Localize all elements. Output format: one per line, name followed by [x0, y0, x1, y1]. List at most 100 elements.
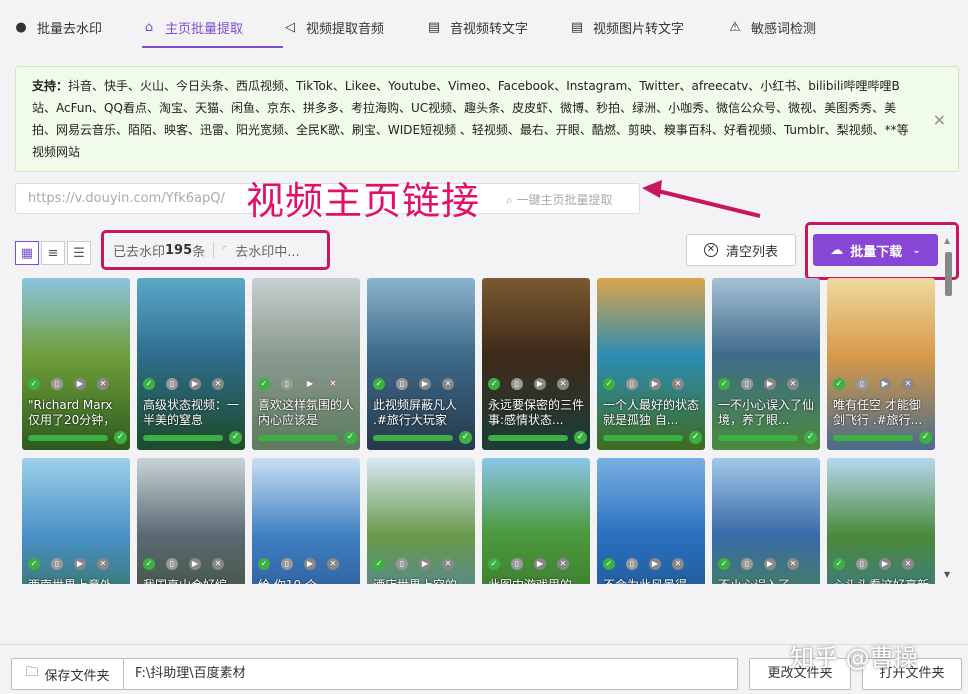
file-icon[interactable]: ▯: [626, 558, 638, 570]
play-icon[interactable]: ▶: [419, 558, 431, 570]
remove-icon[interactable]: ✕: [327, 558, 339, 570]
video-card[interactable]: ✓ ▯ ▶ ✕ 一个人最好的状态就是孤独 自... ✓: [597, 278, 705, 450]
check-icon[interactable]: ✓: [373, 378, 385, 390]
play-icon[interactable]: ▶: [879, 558, 891, 570]
video-card[interactable]: ✓ ▯ ▶ ✕ 不会为此风景得 ✓: [597, 458, 705, 584]
check-icon[interactable]: ✓: [258, 558, 270, 570]
video-card[interactable]: ✓ ▯ ▶ ✕ 永远要保密的三件事:感情状态... ✓: [482, 278, 590, 450]
video-card[interactable]: ✓ ▯ ▶ ✕ 此视频屏蔽凡人 .#旅行大玩家 ✓: [367, 278, 475, 450]
tab-av-to-text[interactable]: ▤ 音视频转文字: [427, 0, 570, 55]
video-card[interactable]: ✓ ▯ ▶ ✕ 喜欢这样氛围的人 内心应该是 ✓: [252, 278, 360, 450]
file-icon[interactable]: ▯: [281, 558, 293, 570]
save-folder-button[interactable]: 🗀 保存文件夹: [11, 658, 124, 690]
play-icon[interactable]: ▶: [879, 378, 891, 390]
play-icon[interactable]: ▶: [764, 558, 776, 570]
file-icon[interactable]: ▯: [166, 378, 178, 390]
play-icon[interactable]: ▶: [304, 558, 316, 570]
scroll-thumb[interactable]: [945, 252, 952, 296]
file-icon[interactable]: ▯: [511, 558, 523, 570]
check-icon[interactable]: ✓: [143, 378, 155, 390]
check-icon[interactable]: ✓: [373, 558, 385, 570]
check-icon[interactable]: ✓: [258, 378, 270, 390]
remove-icon[interactable]: ✕: [902, 558, 914, 570]
extract-hint[interactable]: ⌕ 一键主页批量提取: [506, 191, 613, 208]
file-icon[interactable]: ▯: [51, 558, 63, 570]
file-icon[interactable]: ▯: [741, 558, 753, 570]
video-card[interactable]: ✓ ▯ ▶ ✕ 此图中游戏里的 ✓: [482, 458, 590, 584]
file-icon[interactable]: ▯: [396, 558, 408, 570]
check-icon[interactable]: ✓: [488, 378, 500, 390]
check-icon[interactable]: ✓: [28, 558, 40, 570]
file-icon[interactable]: ▯: [51, 378, 63, 390]
close-icon[interactable]: ×: [933, 109, 946, 131]
file-icon[interactable]: ▯: [856, 378, 868, 390]
tab-sensitive-words[interactable]: ⚠ 敏感词检测: [728, 0, 838, 55]
play-icon[interactable]: ▶: [189, 378, 201, 390]
check-icon[interactable]: ✓: [603, 558, 615, 570]
tab-extract-audio[interactable]: ◁ 视频提取音频: [283, 0, 427, 55]
check-icon[interactable]: ✓: [603, 378, 615, 390]
video-card[interactable]: ✓ ▯ ▶ ✕ "Richard Marx 仅用了20分钟， ✓: [22, 278, 130, 450]
grid-view-icon[interactable]: ▦: [15, 241, 39, 265]
check-icon[interactable]: ✓: [833, 558, 845, 570]
play-icon[interactable]: ▶: [419, 378, 431, 390]
video-card[interactable]: ✓ ▯ ▶ ✕ 我国直山合好编 ✓: [137, 458, 245, 584]
file-icon[interactable]: ▯: [166, 558, 178, 570]
scroll-up-icon[interactable]: ▲: [944, 236, 950, 245]
list-view-icon[interactable]: ≡: [41, 241, 65, 265]
file-icon[interactable]: ▯: [741, 378, 753, 390]
tab-image-to-text[interactable]: ▤ 视频图片转文字: [570, 0, 728, 55]
scrollbar[interactable]: ▲ ▼: [942, 234, 954, 584]
video-card[interactable]: ✓ ▯ ▶ ✕ 高级状态视频：一半美的窒息 ✓: [137, 278, 245, 450]
check-icon[interactable]: ✓: [143, 558, 155, 570]
detail-list-view-icon[interactable]: ☰: [67, 241, 91, 265]
play-icon[interactable]: ▶: [649, 378, 661, 390]
check-icon[interactable]: ✓: [833, 378, 845, 390]
remove-icon[interactable]: ✕: [672, 378, 684, 390]
play-icon[interactable]: ▶: [74, 558, 86, 570]
remove-icon[interactable]: ✕: [212, 558, 224, 570]
remove-icon[interactable]: ✕: [902, 378, 914, 390]
remove-icon[interactable]: ✕: [787, 558, 799, 570]
file-icon[interactable]: ▯: [626, 378, 638, 390]
remove-icon[interactable]: ✕: [212, 378, 224, 390]
scroll-down-icon[interactable]: ▼: [944, 570, 950, 579]
play-icon[interactable]: ▶: [764, 378, 776, 390]
video-card[interactable]: ✓ ▯ ▶ ✕ 酒店世界上空的 ✓: [367, 458, 475, 584]
play-icon[interactable]: ▶: [649, 558, 661, 570]
video-card[interactable]: ✓ ▯ ▶ ✕ 不小心误入了 ✓: [712, 458, 820, 584]
folder-path-field[interactable]: F:\抖助理\百度素材: [124, 658, 738, 690]
play-icon[interactable]: ▶: [74, 378, 86, 390]
check-icon[interactable]: ✓: [718, 378, 730, 390]
video-card[interactable]: ✓ ▯ ▶ ✕ 心头头看这好高新 ✓: [827, 458, 935, 584]
remove-icon[interactable]: ✕: [442, 378, 454, 390]
remove-icon[interactable]: ✕: [557, 558, 569, 570]
check-icon[interactable]: ✓: [488, 558, 500, 570]
file-icon[interactable]: ▯: [856, 558, 868, 570]
clear-list-button[interactable]: ✕ 清空列表: [686, 234, 796, 266]
remove-icon[interactable]: ✕: [442, 558, 454, 570]
play-icon[interactable]: ▶: [189, 558, 201, 570]
tab-batch-watermark[interactable]: ● 批量去水印: [14, 0, 142, 55]
remove-icon[interactable]: ✕: [327, 378, 339, 390]
remove-icon[interactable]: ✕: [557, 378, 569, 390]
video-card[interactable]: ✓ ▯ ▶ ✕ 西南世界上意外 ✓: [22, 458, 130, 584]
file-icon[interactable]: ▯: [281, 378, 293, 390]
remove-icon[interactable]: ✕: [97, 558, 109, 570]
play-icon[interactable]: ▶: [304, 378, 316, 390]
check-icon[interactable]: ✓: [28, 378, 40, 390]
play-icon[interactable]: ▶: [534, 558, 546, 570]
remove-icon[interactable]: ✕: [97, 378, 109, 390]
video-card[interactable]: ✓ ▯ ▶ ✕ 给 你10 个 ✓: [252, 458, 360, 584]
tab-homepage-extract[interactable]: ⌂ 主页批量提取: [142, 0, 283, 55]
url-input[interactable]: [16, 184, 246, 213]
remove-icon[interactable]: ✕: [672, 558, 684, 570]
batch-download-button[interactable]: ☁ 批量下载 ⌄: [813, 234, 938, 266]
play-icon[interactable]: ▶: [534, 378, 546, 390]
video-card[interactable]: ✓ ▯ ▶ ✕ 唯有任空 才能御剑飞行 .#旅行... ✓: [827, 278, 935, 450]
file-icon[interactable]: ▯: [511, 378, 523, 390]
check-icon[interactable]: ✓: [718, 558, 730, 570]
video-card[interactable]: ✓ ▯ ▶ ✕ 一不小心误入了仙境，养了眼... ✓: [712, 278, 820, 450]
remove-icon[interactable]: ✕: [787, 378, 799, 390]
file-icon[interactable]: ▯: [396, 378, 408, 390]
